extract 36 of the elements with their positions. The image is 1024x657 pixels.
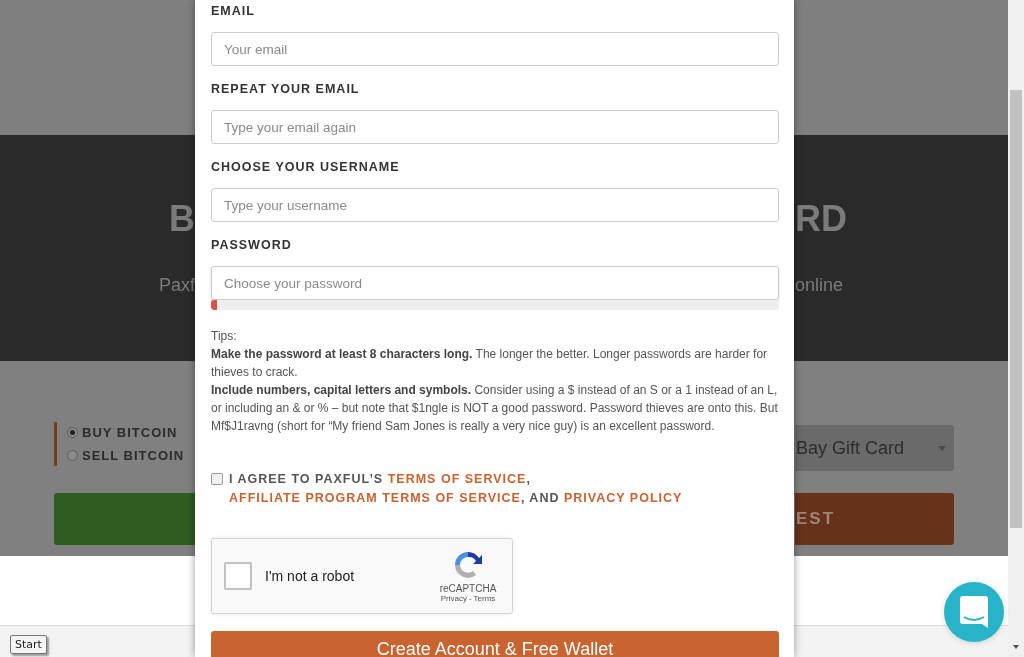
caret-icon: [938, 445, 946, 451]
trade-option[interactable]: SELL BITCOIN: [67, 448, 185, 463]
agreement-text: I AGREE TO PAXFUL’S TERMS OF SERVICE, AFFILIATE PROGRAM TERMS OF SERVICE, AND PRIVACY POLICY: [229, 471, 684, 507]
agree-checkbox[interactable]: [211, 473, 223, 485]
field-label: REPEAT YOUR EMAIL: [211, 81, 360, 97]
field-label: EMAIL: [211, 3, 255, 19]
tips-title: Tips:: [211, 328, 238, 345]
input-field[interactable]: Type your username: [211, 188, 779, 222]
captcha-checkbox[interactable]: [224, 562, 252, 590]
page-subtitle: Paxf: [158, 275, 195, 297]
terms-link[interactable]: Terms: [473, 594, 496, 603]
page-heading: B: [169, 199, 195, 239]
action-button[interactable]: [54, 493, 195, 545]
input-field[interactable]: Your email: [211, 32, 779, 66]
password-field[interactable]: Choose your password: [211, 266, 779, 300]
terms-link[interactable]: AFFILIATE PROGRAM TERMS OF SERVICE: [229, 491, 521, 505]
captcha-brand: reCAPTCHA: [439, 583, 497, 594]
start-button[interactable]: Start: [10, 635, 47, 654]
create-account-button[interactable]: Create Account & Free Wallet: [211, 631, 779, 657]
terms-link[interactable]: PRIVACY POLICY: [563, 491, 683, 505]
field-label: CHOOSE YOUR USERNAME: [211, 159, 400, 175]
field-label: PASSWORD: [211, 237, 292, 253]
page-heading: RD: [795, 199, 847, 239]
input-field[interactable]: Type your email again: [211, 110, 779, 144]
request-button[interactable]: EST: [795, 493, 954, 545]
privacy-link[interactable]: Privacy: [440, 594, 467, 603]
tip-text: Make the password at least 8 characters long. The longer the better. Longer passwords are harder for thieves to crack.: [211, 346, 769, 381]
chat-bubble-icon: [960, 596, 988, 628]
circular-arrows-icon: [452, 549, 484, 581]
separator-text: -: [468, 594, 472, 603]
terms-link[interactable]: TERMS OF SERVICE: [387, 472, 527, 486]
trade-option[interactable]: BUY BITCOIN: [67, 425, 185, 440]
captcha-label: I'm not a robot: [265, 568, 356, 584]
payment-method-select[interactable]: Bay Gift Card: [795, 425, 954, 471]
page-subtitle: online: [795, 275, 844, 295]
tip-text: Include numbers, capital letters and symbols. Consider using a $ instead of an S or a 1 instead of an L, or including an & or % – but note that $1ngle is NOT a good password. Password thieves are onto this. But Mf$J1ravng (short for “My friend Sam Jones is really a very nice guy) is an excellent password.: [211, 382, 779, 435]
